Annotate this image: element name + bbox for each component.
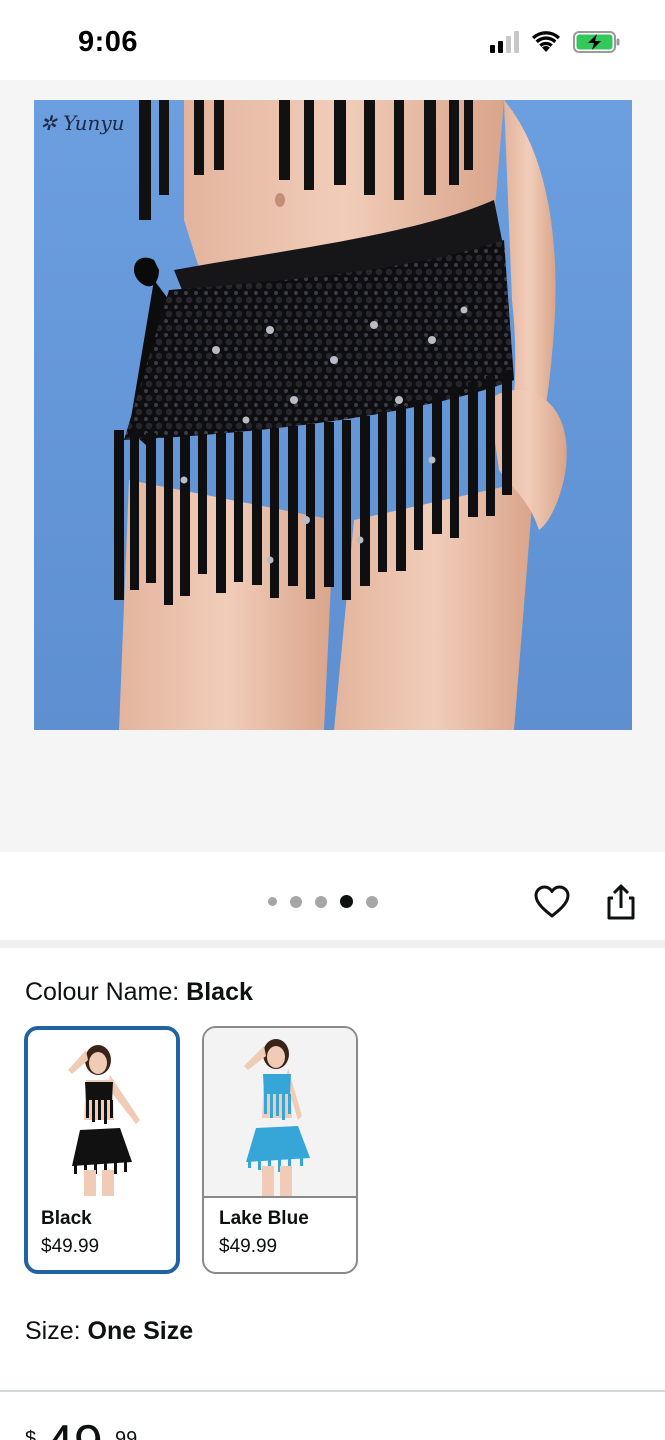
colour-thumbnail bbox=[204, 1028, 356, 1198]
colour-label-text: Colour Name: bbox=[25, 978, 187, 1006]
pager-dot[interactable] bbox=[315, 895, 327, 908]
status-time: 9:06 bbox=[78, 26, 139, 58]
size-value: One Size bbox=[87, 1317, 194, 1345]
size-label-text: Size: bbox=[25, 1317, 88, 1345]
battery-charging-icon bbox=[573, 31, 620, 53]
image-pager-dots[interactable] bbox=[268, 895, 378, 908]
colour-option-price: $49.99 bbox=[219, 1236, 278, 1257]
price-currency-symbol: $ bbox=[25, 1428, 37, 1440]
colour-option-lake-blue[interactable]: Lake Blue $49.99 bbox=[202, 1026, 358, 1274]
status-bar: 9:06 bbox=[0, 0, 665, 80]
heart-icon bbox=[534, 885, 570, 918]
colour-option-price: $49.99 bbox=[41, 1236, 100, 1257]
colour-name-label: Colour Name: Black bbox=[25, 978, 253, 1007]
cellular-signal-icon bbox=[490, 31, 519, 53]
add-to-wishlist-button[interactable] bbox=[532, 882, 572, 922]
share-button[interactable] bbox=[601, 882, 641, 922]
colour-thumbnail bbox=[28, 1030, 176, 1196]
colour-option-name: Black bbox=[41, 1208, 92, 1229]
share-icon bbox=[607, 884, 635, 920]
pager-dot-active[interactable] bbox=[340, 895, 353, 908]
product-photo[interactable]: ✲ Yunyu bbox=[34, 100, 632, 730]
image-pager-row bbox=[0, 852, 665, 942]
price-fraction: 99 bbox=[115, 1428, 138, 1440]
size-label: Size: One Size bbox=[25, 1317, 193, 1346]
pager-dot[interactable] bbox=[268, 897, 277, 906]
product-photo-black-sequin-skirt-icon: ✲ Yunyu bbox=[34, 100, 632, 730]
product-image-gallery[interactable]: ✲ Yunyu bbox=[0, 80, 665, 852]
model-lake-blue-outfit-icon bbox=[204, 1028, 356, 1196]
colour-option-name: Lake Blue bbox=[219, 1208, 309, 1229]
section-divider bbox=[0, 1390, 665, 1392]
pager-dot[interactable] bbox=[290, 895, 302, 908]
colour-value: Black bbox=[186, 978, 253, 1006]
wifi-icon bbox=[532, 31, 560, 52]
colour-option-black[interactable]: Black $49.99 bbox=[24, 1026, 180, 1274]
brand-watermark: ✲ Yunyu bbox=[40, 111, 125, 135]
pager-dot[interactable] bbox=[366, 895, 378, 908]
price-whole: 49 bbox=[45, 1418, 103, 1440]
model-black-outfit-icon bbox=[28, 1030, 176, 1196]
status-icons bbox=[490, 30, 621, 54]
section-divider bbox=[0, 940, 665, 948]
